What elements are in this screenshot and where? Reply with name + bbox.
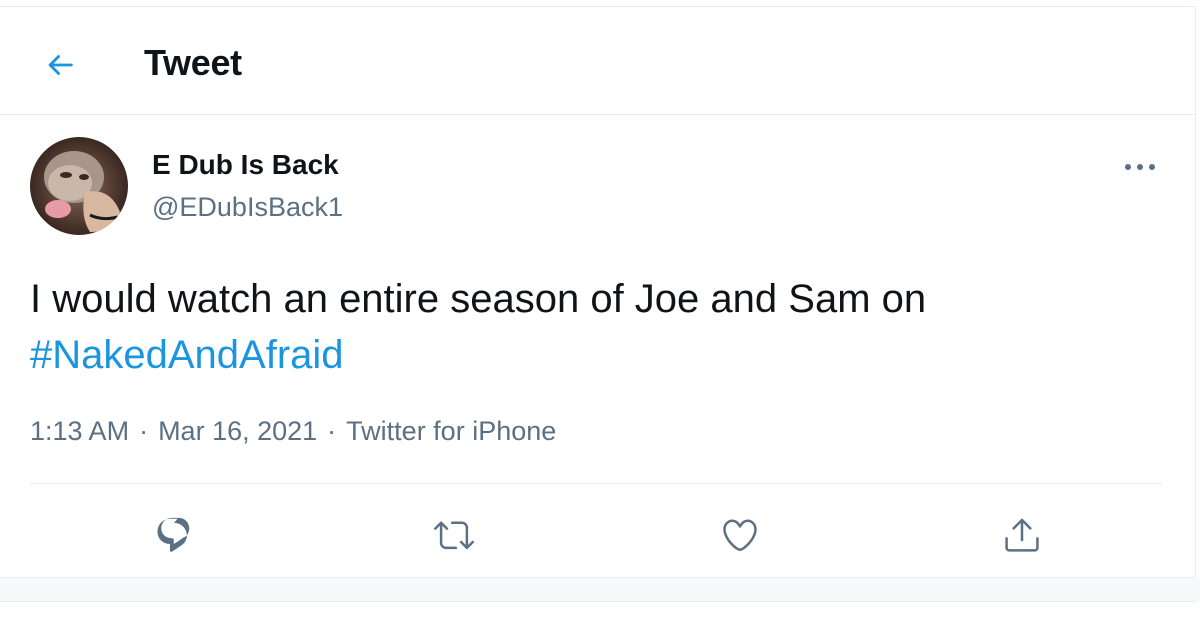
page-title: Tweet <box>144 42 242 83</box>
arrow-left-icon <box>48 55 73 75</box>
page-header: Tweet <box>0 7 1195 115</box>
tweet-text: I would watch an entire season of Joe an… <box>30 271 1160 383</box>
next-panel-edge <box>0 601 1196 629</box>
like-icon <box>723 519 757 552</box>
separator: · <box>327 416 337 446</box>
background-gap <box>0 578 1200 601</box>
retweet-button[interactable] <box>430 511 478 559</box>
avatar[interactable] <box>30 137 128 235</box>
reply-button[interactable] <box>150 511 198 559</box>
retweet-icon <box>434 521 474 550</box>
share-icon <box>1005 518 1039 552</box>
like-button[interactable] <box>716 511 764 559</box>
more-options-button[interactable] <box>1118 145 1162 189</box>
tweet-source[interactable]: Twitter for iPhone <box>346 416 556 446</box>
hashtag-link[interactable]: #NakedAndAfraid <box>30 333 344 377</box>
share-button[interactable] <box>998 511 1046 559</box>
tweet-metadata: 1:13 AM · Mar 16, 2021 · Twitter for iPhone <box>30 413 556 449</box>
avatar-image <box>30 137 128 235</box>
tweet-body: I would watch an entire season of Joe an… <box>30 277 927 321</box>
author-display-name[interactable]: E Dub Is Back <box>152 147 339 183</box>
back-button[interactable] <box>32 37 88 93</box>
reply-icon <box>157 517 190 552</box>
tweet-time[interactable]: 1:13 AM <box>30 416 129 446</box>
tweet-panel: Tweet E Dub Is Back @EDubIsBack1 I would… <box>0 6 1196 578</box>
separator: · <box>139 416 149 446</box>
tweet-date[interactable]: Mar 16, 2021 <box>158 416 317 446</box>
divider <box>30 483 1162 484</box>
author-handle[interactable]: @EDubIsBack1 <box>152 189 343 225</box>
more-horizontal-icon <box>1125 164 1155 170</box>
